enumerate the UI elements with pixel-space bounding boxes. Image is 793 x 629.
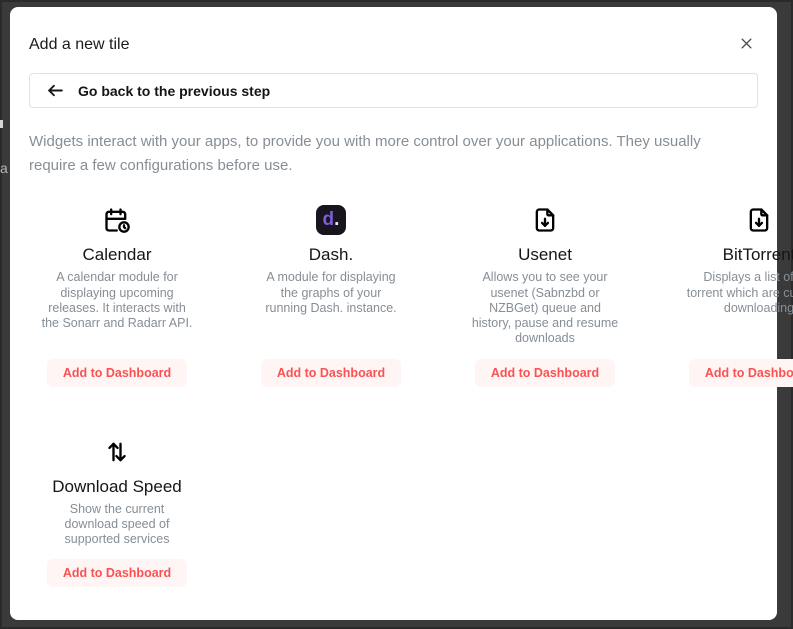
close-button[interactable] (734, 33, 758, 57)
widget-tile: Download Speed Show the current download … (29, 437, 205, 588)
add-tile-modal: Add a new tile Go back to the previous s… (10, 7, 777, 620)
widget-tile: Usenet Allows you to see your usenet (Sab… (457, 205, 633, 386)
add-to-dashboard-button[interactable]: Add to Dashboard (47, 359, 187, 387)
dash-logo-dot: . (334, 210, 339, 229)
file-download-icon (745, 205, 773, 235)
modal-description: Widgets interact with your apps, to prov… (29, 130, 758, 177)
tile-title: BitTorrent (723, 245, 793, 265)
tile-description: Show the current download speed of suppo… (29, 502, 205, 548)
dash-logo-letter: d (323, 210, 335, 229)
dash-logo-icon: d. (316, 205, 346, 235)
tile-description: Displays a list of the torrent which are… (671, 270, 793, 316)
add-to-dashboard-button[interactable]: Add to Dashboard (689, 359, 793, 387)
close-icon (739, 36, 754, 54)
tile-title: Download Speed (52, 477, 181, 497)
tile-description: A calendar module for displaying upcomin… (29, 270, 205, 331)
modal-title: Add a new tile (29, 36, 130, 54)
modal-header: Add a new tile (29, 33, 758, 57)
widget-tile: Calendar A calendar module for displaying… (29, 205, 205, 386)
widget-tile: BitTorrent Displays a list of the torrent… (671, 205, 793, 386)
tile-description: A module for displaying the graphs of yo… (243, 270, 419, 316)
add-to-dashboard-button[interactable]: Add to Dashboard (475, 359, 615, 387)
widget-grid: Calendar A calendar module for displaying… (29, 205, 758, 587)
tile-title: Dash. (309, 245, 353, 265)
tile-title: Usenet (518, 245, 572, 265)
widget-tile: d. Dash. A module for displaying the graph… (243, 205, 419, 386)
go-back-label: Go back to the previous step (78, 83, 270, 99)
left-arrow-icon (46, 81, 65, 100)
add-to-dashboard-button[interactable]: Add to Dashboard (261, 359, 401, 387)
file-download-icon (531, 205, 559, 235)
backdrop-peek-text: a (0, 160, 8, 176)
tile-description: Allows you to see your usenet (Sabnzbd o… (457, 270, 633, 346)
go-back-button[interactable]: Go back to the previous step (29, 73, 758, 108)
arrows-up-down-icon (103, 437, 131, 467)
add-to-dashboard-button[interactable]: Add to Dashboard (47, 559, 187, 587)
calendar-clock-icon (103, 205, 131, 235)
app-backdrop: a Add a new tile Go back to the previous… (0, 0, 793, 629)
tile-title: Calendar (83, 245, 152, 265)
backdrop-artifact (0, 120, 3, 128)
